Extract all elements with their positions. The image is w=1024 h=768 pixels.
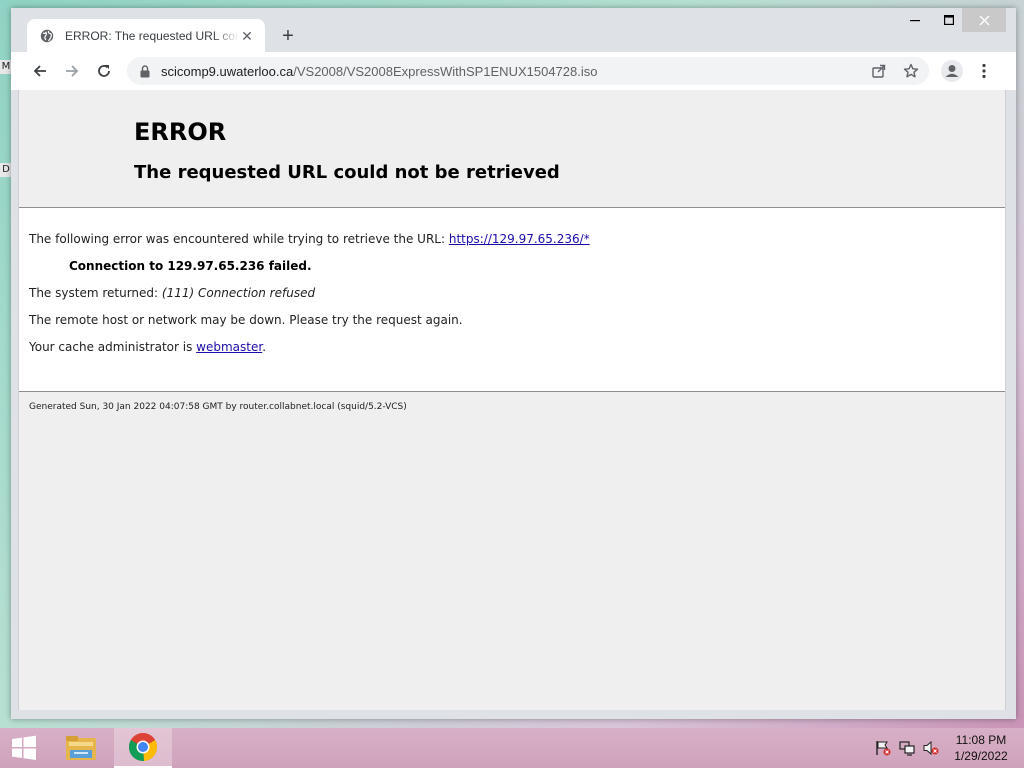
chrome-taskbar-button[interactable] bbox=[114, 728, 172, 768]
star-icon[interactable] bbox=[901, 62, 921, 80]
browser-window: ERROR: The requested URL could not be re… bbox=[11, 8, 1016, 719]
system-clock[interactable]: 11:08 PM 1/29/2022 bbox=[944, 732, 1018, 764]
file-explorer-button[interactable] bbox=[52, 728, 110, 768]
error-header: ERROR The requested URL could not be ret… bbox=[19, 90, 1005, 208]
error-body: The following error was encountered whil… bbox=[19, 208, 1005, 392]
browser-toolbar: scicomp9.uwaterloo.ca/VS2008/VS2008Expre… bbox=[11, 52, 1016, 90]
system-returned-line: The system returned: (111) Connection re… bbox=[29, 286, 315, 300]
title-bar: ERROR: The requested URL could not be re… bbox=[11, 8, 1016, 53]
browser-tab[interactable]: ERROR: The requested URL could not be re… bbox=[27, 19, 265, 53]
generated-footer: Generated Sun, 30 Jan 2022 04:07:58 GMT … bbox=[29, 402, 407, 412]
action-center-flag-icon[interactable] bbox=[874, 740, 892, 756]
url-text[interactable]: scicomp9.uwaterloo.ca/VS2008/VS2008Expre… bbox=[161, 64, 597, 79]
back-button[interactable] bbox=[27, 58, 53, 84]
taskbar: 11:08 PM 1/29/2022 bbox=[0, 728, 1024, 768]
page-title: ERROR bbox=[134, 118, 227, 146]
page-subtitle: The requested URL could not be retrieved bbox=[134, 162, 560, 183]
network-icon[interactable] bbox=[898, 740, 916, 756]
cache-admin-prefix: Your cache administrator is bbox=[29, 340, 197, 354]
maximize-button[interactable] bbox=[933, 8, 965, 32]
start-button[interactable] bbox=[0, 728, 48, 768]
minimize-button[interactable] bbox=[899, 8, 931, 32]
page-viewport: ERROR The requested URL could not be ret… bbox=[18, 90, 1006, 710]
profile-avatar[interactable] bbox=[939, 58, 965, 84]
lock-icon[interactable] bbox=[139, 64, 151, 78]
remote-host-line: The remote host or network may be down. … bbox=[29, 313, 463, 327]
reload-button[interactable] bbox=[91, 58, 117, 84]
close-tab-icon[interactable]: ✕ bbox=[239, 28, 255, 44]
system-returned-prefix: The system returned: bbox=[29, 286, 162, 300]
url-path: /VS2008/VS2008ExpressWithSP1ENUX1504728.… bbox=[293, 63, 598, 79]
forward-button[interactable] bbox=[59, 58, 85, 84]
globe-icon bbox=[39, 28, 55, 44]
clock-time: 11:08 PM bbox=[955, 733, 1007, 747]
close-window-button[interactable] bbox=[962, 8, 1006, 32]
error-url-line: The following error was encountered whil… bbox=[29, 232, 590, 246]
url-host: scicomp9.uwaterloo.ca bbox=[161, 63, 294, 79]
tab-title: ERROR: The requested URL could not be re… bbox=[65, 29, 239, 43]
share-icon[interactable] bbox=[869, 62, 889, 80]
error-url-prefix: The following error was encountered whil… bbox=[29, 232, 449, 246]
system-returned-detail: (111) Connection refused bbox=[161, 286, 316, 300]
volume-muted-icon[interactable] bbox=[922, 740, 940, 756]
clock-date: 1/29/2022 bbox=[954, 749, 1008, 763]
connection-failed-text: Connection to 129.97.65.236 failed. bbox=[69, 259, 312, 273]
connection-failed-line: Connection to 129.97.65.236 failed. bbox=[69, 259, 312, 273]
windows-logo-icon bbox=[12, 735, 36, 760]
address-bar[interactable]: scicomp9.uwaterloo.ca/VS2008/VS2008Expre… bbox=[127, 57, 929, 85]
cache-admin-line: Your cache administrator is webmaster. bbox=[29, 340, 266, 354]
cache-admin-suffix: . bbox=[262, 340, 267, 354]
new-tab-button[interactable]: + bbox=[277, 25, 299, 47]
webmaster-link[interactable]: webmaster bbox=[196, 340, 262, 354]
folder-icon bbox=[66, 736, 96, 760]
error-url-link[interactable]: https://129.97.65.236/* bbox=[449, 232, 590, 246]
chrome-icon bbox=[129, 733, 157, 762]
menu-icon[interactable] bbox=[971, 58, 997, 84]
